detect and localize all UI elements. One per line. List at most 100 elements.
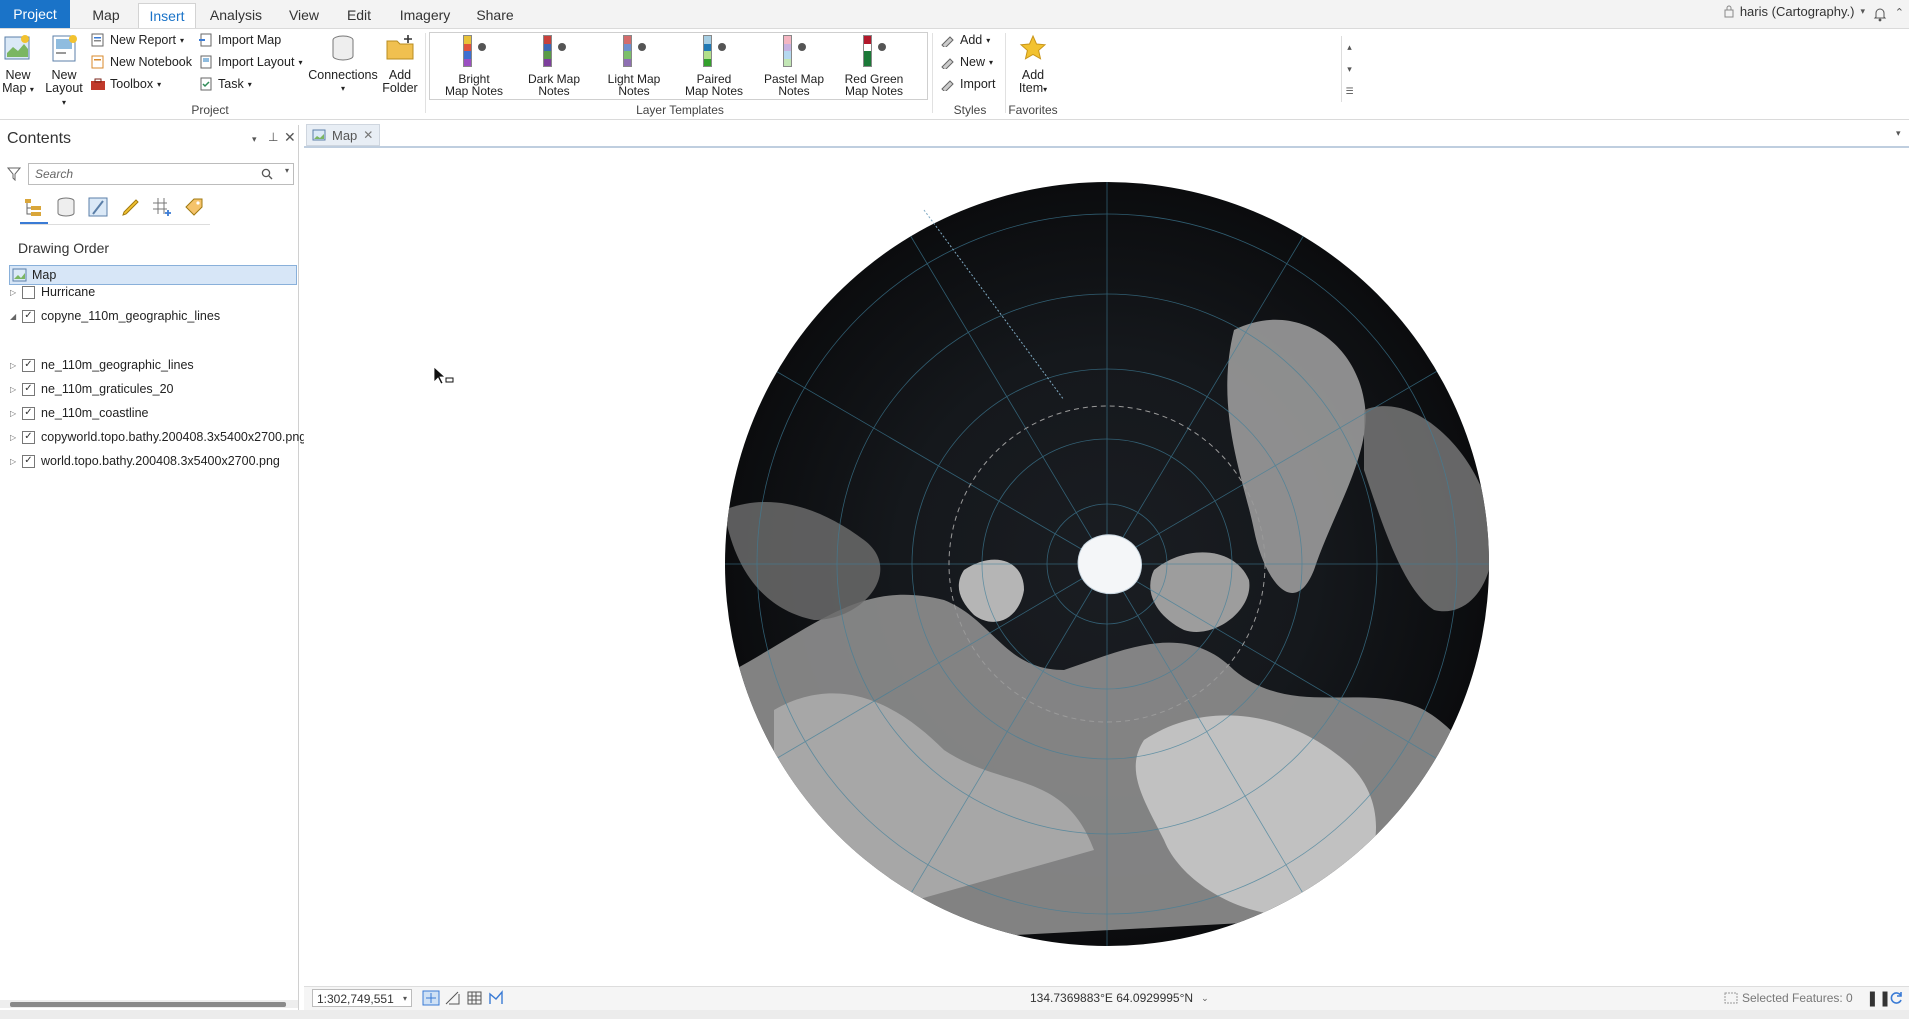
scale-selector[interactable]: 1:302,749,551 ▾ (312, 989, 412, 1007)
tab-analysis[interactable]: Analysis (206, 3, 266, 28)
gallery-scroll[interactable]: ▴ ▾ ☰ (1341, 36, 1357, 102)
layer-visibility-checkbox[interactable]: ✓ (22, 430, 35, 444)
layer-visibility-checkbox[interactable] (22, 285, 35, 299)
new-map-label-2: Map (2, 81, 27, 95)
contents-pane: Contents ▾ ⊥ ✕ Search ▾ Drawing Order Ma… (0, 125, 306, 1010)
selected-features[interactable]: Selected Features: 0 (1724, 991, 1853, 1005)
list-by-snapping-icon[interactable] (151, 196, 173, 218)
user-account[interactable]: haris (Cartography.) ▾ (1724, 4, 1865, 19)
snapping-icon[interactable] (488, 990, 506, 1006)
collapse-arrow-icon[interactable]: ◢ (10, 312, 20, 321)
list-by-labeling-icon[interactable] (183, 196, 205, 218)
layer-row[interactable]: ▷ Hurricane (10, 282, 95, 302)
add-item-button[interactable]: Add Item▾ (1013, 33, 1053, 96)
selected-features-label: Selected Features: 0 (1742, 991, 1853, 1005)
expand-arrow-icon[interactable]: ▷ (10, 361, 20, 370)
layer-visibility-checkbox[interactable]: ✓ (22, 406, 35, 420)
import-layout-label: Import Layout (218, 55, 295, 69)
contents-h-scroll-thumb[interactable] (10, 1002, 286, 1007)
close-pane-icon[interactable]: ✕ (284, 129, 296, 146)
new-report-button[interactable]: New Report ▾ (90, 33, 184, 47)
collapse-ribbon-icon[interactable]: ⌃ (1895, 6, 1904, 19)
tab-map[interactable]: Map (84, 3, 128, 28)
bell-icon[interactable] (1873, 6, 1887, 22)
map-view[interactable] (304, 122, 1909, 988)
task-button[interactable]: Task ▾ (198, 77, 252, 91)
layer-row[interactable]: ▷ ✓ copyworld.topo.bathy.200408.3x5400x270… (10, 427, 306, 447)
coordinate-readout[interactable]: 134.7369883°E 64.0929995°N ⌄ (1030, 991, 1209, 1005)
window-bottom-edge (0, 1010, 1909, 1019)
contents-h-scrollbar[interactable] (0, 1000, 298, 1008)
style-new-button[interactable]: New ▾ (940, 55, 993, 69)
search-options-icon[interactable]: ▾ (285, 166, 289, 175)
view-list-chevron-icon[interactable]: ▾ (1896, 128, 1901, 139)
map-extent-icon[interactable] (422, 990, 440, 1006)
gallery-down-icon[interactable]: ▾ (1342, 58, 1357, 80)
layer-template-item[interactable]: Bright Map Notes (434, 35, 514, 97)
style-add-button[interactable]: Add ▾ (940, 33, 990, 47)
list-by-drawing-order-icon[interactable] (22, 196, 44, 218)
tab-edit[interactable]: Edit (340, 3, 378, 28)
group-label-project: Project (191, 103, 229, 117)
list-by-selection-icon[interactable] (87, 196, 109, 218)
pane-menu-icon[interactable]: ▾ (252, 134, 257, 145)
layer-template-swatch-icon (754, 35, 834, 69)
search-input[interactable]: Search ▾ (28, 163, 294, 185)
tab-share[interactable]: Share (472, 3, 518, 28)
layer-visibility-checkbox[interactable]: ✓ (22, 382, 35, 396)
layer-name: Hurricane (41, 285, 96, 299)
layer-template-item[interactable]: Pastel Map Notes (754, 35, 834, 97)
map-tab-underline (304, 146, 1909, 148)
layer-template-item[interactable]: Red Green Map Notes (834, 35, 914, 97)
add-folder-button[interactable]: Add Folder (380, 33, 420, 95)
list-by-source-icon[interactable] (55, 196, 77, 218)
map-view-tab[interactable]: Map ✕ (306, 124, 380, 146)
layer-row[interactable]: ▷ ✓ ne_110m_coastline (10, 403, 148, 423)
expand-arrow-icon[interactable]: ▷ (10, 457, 20, 466)
style-new-label: New (960, 55, 986, 69)
layer-row[interactable]: ◢ ✓ copyne_110m_geographic_lines (10, 306, 220, 326)
list-by-editing-icon[interactable] (120, 196, 142, 218)
pin-icon[interactable]: ⊥ (268, 130, 278, 144)
grid-icon[interactable] (444, 990, 462, 1006)
import-map-button[interactable]: Import Map (198, 33, 281, 47)
new-layout-icon (52, 35, 77, 62)
connections-button[interactable]: Connections ▾ (308, 33, 378, 95)
expand-arrow-icon[interactable]: ▷ (10, 385, 20, 394)
new-notebook-button[interactable]: New Notebook (90, 55, 192, 69)
layer-visibility-checkbox[interactable]: ✓ (22, 454, 35, 468)
tab-insert[interactable]: Insert (138, 3, 196, 29)
new-map-button[interactable]: New Map ▾ (0, 33, 36, 96)
toolbox-button[interactable]: Toolbox ▾ (90, 77, 161, 91)
layer-template-item[interactable]: Paired Map Notes (674, 35, 754, 97)
expand-arrow-icon[interactable]: ▷ (10, 288, 20, 297)
layer-visibility-checkbox[interactable]: ✓ (22, 309, 35, 323)
filter-icon[interactable] (7, 167, 21, 181)
layer-row[interactable]: ▷ ✓ ne_110m_graticules_20 (10, 379, 174, 399)
refresh-icon[interactable] (1888, 990, 1904, 1006)
tab-project[interactable]: Project (0, 0, 70, 28)
layer-row[interactable]: ▷ ✓ ne_110m_geographic_lines (10, 355, 194, 375)
tab-imagery[interactable]: Imagery (396, 3, 454, 28)
table-grid-icon[interactable] (466, 990, 484, 1006)
layer-template-label-2: Map Notes (684, 84, 744, 98)
close-tab-icon[interactable]: ✕ (363, 128, 373, 142)
view-icons-underline (20, 224, 210, 225)
new-layout-button[interactable]: New Layout ▾ (44, 33, 84, 109)
gallery-up-icon[interactable]: ▴ (1342, 36, 1357, 58)
tab-view[interactable]: View (284, 3, 324, 28)
layer-template-item[interactable]: Light Map Notes (594, 35, 674, 97)
map-canvas[interactable] (304, 150, 1909, 988)
style-add-icon (941, 36, 954, 47)
layer-visibility-checkbox[interactable]: ✓ (22, 358, 35, 372)
expand-arrow-icon[interactable]: ▷ (10, 409, 20, 418)
expand-arrow-icon[interactable]: ▷ (10, 433, 20, 442)
layer-row[interactable]: ▷ ✓ world.topo.bathy.200408.3x5400x2700.pn… (10, 451, 280, 471)
import-layout-button[interactable]: Import Layout ▾ (198, 55, 302, 69)
task-label: Task (218, 77, 244, 91)
new-map-icon (4, 35, 30, 60)
import-map-icon (199, 33, 212, 47)
gallery-expand-icon[interactable]: ☰ (1342, 80, 1357, 102)
style-import-button[interactable]: Import (940, 77, 995, 91)
layer-template-item[interactable]: Dark Map Notes (514, 35, 594, 97)
